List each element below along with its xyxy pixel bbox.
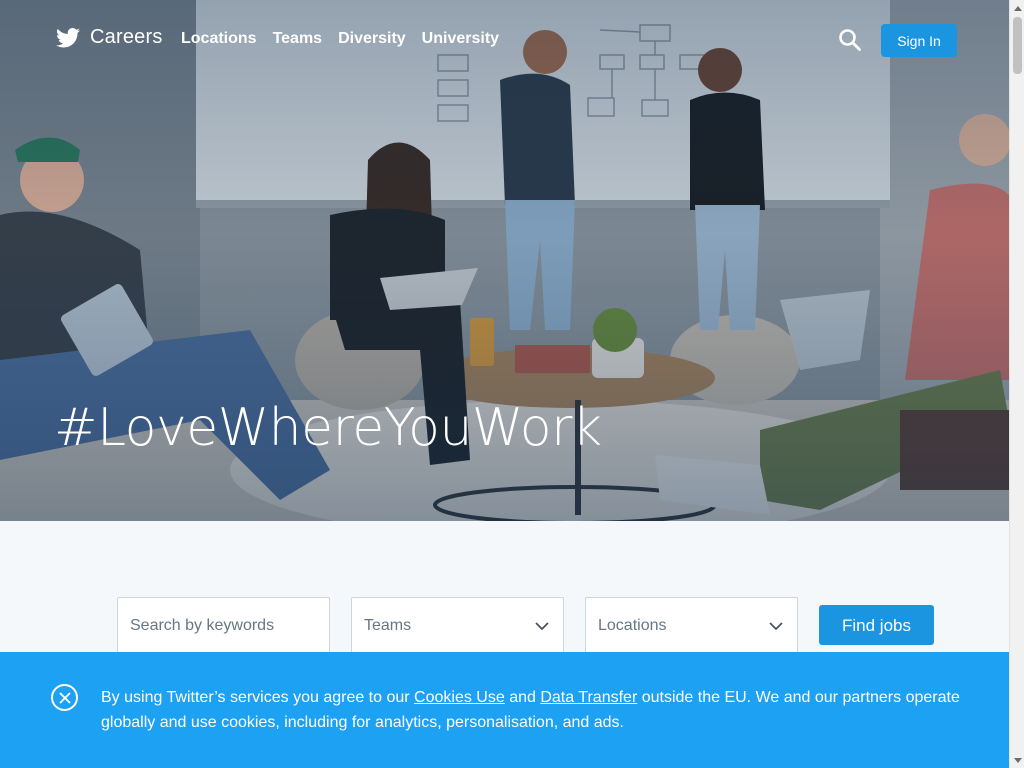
nav-link-diversity[interactable]: Diversity	[338, 30, 406, 48]
cookie-text-part-2: and	[504, 689, 541, 706]
data-transfer-link[interactable]: Data Transfer	[540, 689, 637, 706]
nav-link-locations[interactable]: Locations	[181, 30, 257, 48]
primary-nav: Locations Teams Diversity University	[181, 30, 499, 48]
brand-label: Careers	[90, 26, 163, 48]
keywords-field[interactable]	[117, 597, 337, 655]
nav-link-university[interactable]: University	[422, 30, 499, 48]
teams-select-value: Teams	[364, 617, 412, 634]
search-button[interactable]	[838, 28, 862, 52]
teams-select[interactable]: Teams	[351, 597, 564, 655]
cookie-notice-text: By using Twitter’s services you agree to…	[101, 685, 961, 735]
careers-page: Careers Locations Teams Diversity Univer…	[0, 0, 1024, 768]
close-icon	[58, 691, 71, 704]
nav-link-teams[interactable]: Teams	[273, 30, 323, 48]
cookies-use-link[interactable]: Cookies Use	[414, 689, 505, 706]
chevron-down-icon	[769, 622, 783, 631]
search-icon	[839, 29, 861, 51]
find-jobs-button[interactable]: Find jobs	[819, 605, 934, 645]
scroll-down-button[interactable]	[1010, 753, 1024, 768]
cookie-close-button[interactable]	[51, 684, 78, 711]
page-scrollbar[interactable]	[1009, 0, 1024, 768]
chevron-down-icon	[535, 622, 549, 631]
arrow-down-icon	[1013, 757, 1022, 763]
cookie-banner: By using Twitter’s services you agree to…	[0, 652, 1009, 768]
arrow-up-icon	[1013, 5, 1022, 11]
twitter-bird-icon	[56, 27, 80, 47]
top-navigation: Careers Locations Teams Diversity Univer…	[0, 0, 1009, 80]
careers-home-link[interactable]: Careers	[56, 26, 163, 49]
locations-select[interactable]: Locations	[585, 597, 798, 655]
scroll-up-button[interactable]	[1010, 0, 1024, 15]
cookie-text-part-1: By using Twitter’s services you agree to…	[101, 689, 415, 706]
locations-select-value: Locations	[598, 617, 667, 634]
hero-banner: Careers Locations Teams Diversity Univer…	[0, 0, 1009, 521]
sign-in-button[interactable]: Sign In	[881, 24, 957, 57]
hero-headline: #LoveWhereYouWork	[54, 398, 602, 458]
scrollbar-thumb[interactable]	[1013, 17, 1022, 74]
keywords-input[interactable]	[130, 617, 337, 635]
